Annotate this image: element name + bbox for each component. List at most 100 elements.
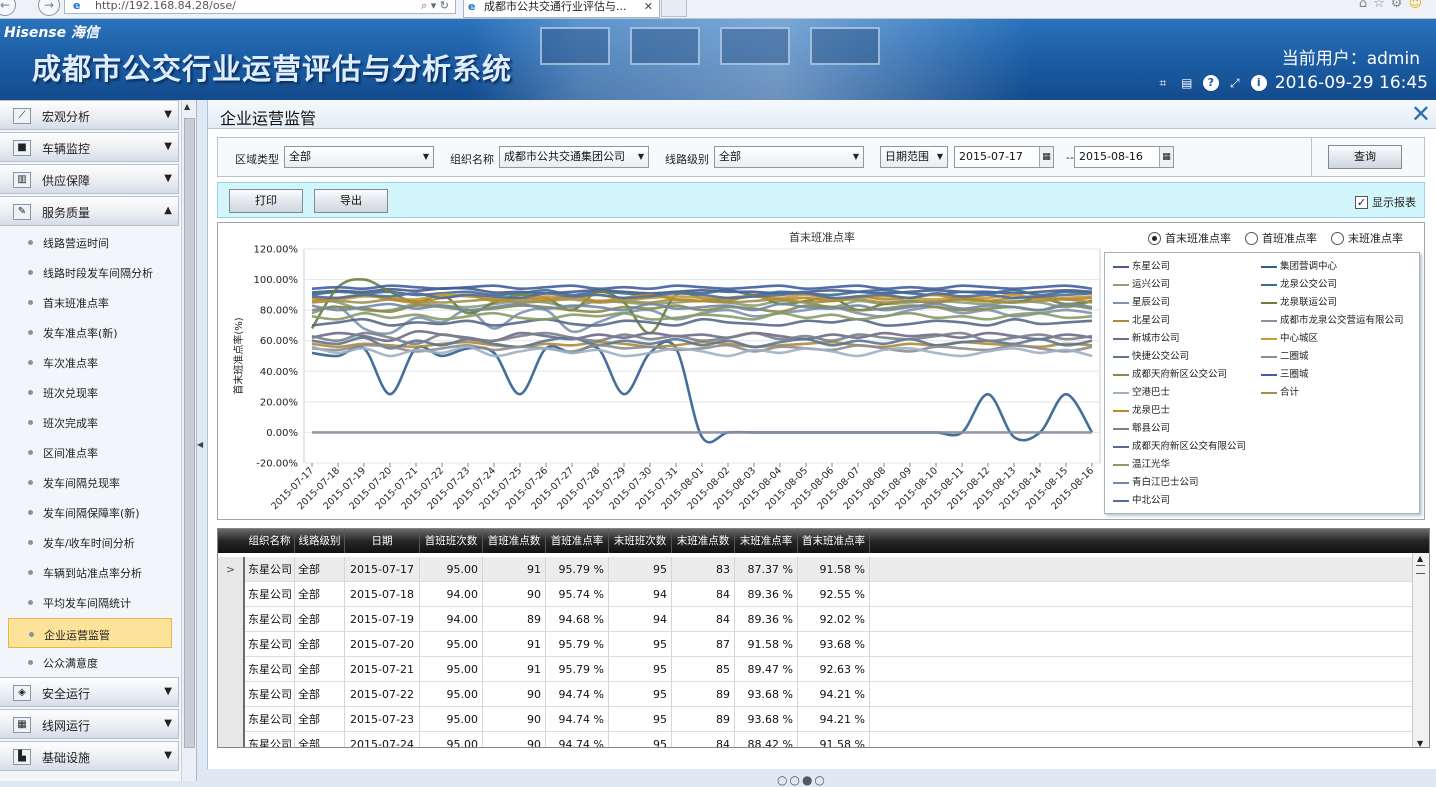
- legend-item[interactable]: 青白江巴士公司: [1113, 474, 1199, 488]
- sidebar-item[interactable]: 发车/收车时间分析: [0, 527, 179, 557]
- home-icon[interactable]: ⌂: [1359, 0, 1373, 11]
- legend-item[interactable]: 成都市龙泉公交营运有限公司: [1261, 312, 1404, 326]
- crop-icon[interactable]: ⌗: [1155, 75, 1171, 91]
- scrollbar-grip[interactable]: [1416, 565, 1425, 574]
- radio-last[interactable]: 末班准点率: [1331, 230, 1403, 246]
- sidebar-item[interactable]: 区间准点率: [0, 437, 179, 467]
- row-header[interactable]: >: [218, 557, 245, 582]
- column-header[interactable]: 组织名称: [245, 529, 295, 553]
- sidebar-scrollbar[interactable]: ▲: [181, 100, 196, 781]
- sidebar-item[interactable]: 首末班准点率: [0, 287, 179, 317]
- address-controls-icon[interactable]: ⌕ ▾ ↻: [421, 0, 449, 12]
- sidebar-item[interactable]: 班次兑现率: [0, 377, 179, 407]
- sidebar-group-supply[interactable]: ▥ 供应保障 ▼: [0, 164, 179, 194]
- sidebar-item[interactable]: 发车准点率(新): [0, 317, 179, 347]
- legend-item[interactable]: 龙泉巴士: [1113, 402, 1170, 416]
- table-row[interactable]: 东星公司 全部 2015-07-21 95.00 91 95.79 % 95 85 89.47 …: [218, 657, 1412, 682]
- close-icon[interactable]: ✕: [1411, 100, 1431, 128]
- legend-item[interactable]: 星辰公司: [1113, 294, 1170, 308]
- row-header[interactable]: [218, 707, 245, 732]
- column-header[interactable]: 末班准点率: [735, 529, 798, 553]
- date-range-select[interactable]: 日期范围 ▼: [880, 146, 948, 168]
- table-row[interactable]: 东星公司 全部 2015-07-18 94.00 90 95.74 % 94 84 89.36 …: [218, 582, 1412, 607]
- table-row[interactable]: 东星公司 全部 2015-07-19 94.00 89 94.68 % 94 84 89.36 …: [218, 607, 1412, 632]
- sidebar-group-macro[interactable]: ⟋ 宏观分析 ▼: [0, 100, 179, 130]
- date-to-field[interactable]: 2015-08-16 ▦: [1074, 146, 1174, 168]
- row-header[interactable]: [218, 607, 245, 632]
- sidebar-item[interactable]: 班次完成率: [0, 407, 179, 437]
- radio-circle[interactable]: [1245, 231, 1258, 245]
- radio-first[interactable]: 首班准点率: [1245, 230, 1317, 246]
- legend-item[interactable]: 二圈城: [1261, 348, 1309, 362]
- table-row[interactable]: > 东星公司 全部 2015-07-17 95.00 91 95.79 % 95 83 87.37…: [218, 557, 1412, 582]
- show-report-toggle[interactable]: ✓ 显示报表: [1355, 194, 1416, 210]
- sidebar-group-infrastructure[interactable]: ▙ 基础设施 ▼: [0, 741, 179, 771]
- legend-item[interactable]: 空港巴士: [1113, 384, 1170, 398]
- sidebar-item[interactable]: 公众满意度: [0, 647, 179, 677]
- sidebar-item[interactable]: 平均发车间隔统计: [0, 587, 179, 617]
- region-select[interactable]: 全部 ▼: [284, 146, 434, 168]
- column-header[interactable]: 首班准点率: [546, 529, 609, 553]
- browser-tab[interactable]: e 成都市公共交通行业评估与... ✕: [463, 0, 660, 18]
- table-row[interactable]: 东星公司 全部 2015-07-24 95.00 90 94.74 % 95 84 88.42 …: [218, 732, 1412, 747]
- sidebar-item[interactable]: 发车间隔保障率(新): [0, 497, 179, 527]
- back-icon[interactable]: ←: [0, 0, 16, 16]
- legend-item[interactable]: 集团营调中心: [1261, 258, 1337, 272]
- sidebar-group-safety[interactable]: ◈ 安全运行 ▼: [0, 677, 179, 707]
- sidebar-group-network[interactable]: ▦ 线网运行 ▼: [0, 709, 179, 739]
- row-header[interactable]: [218, 657, 245, 682]
- help-icon[interactable]: ?: [1202, 75, 1219, 91]
- sidebar-item[interactable]: 车次准点率: [0, 347, 179, 377]
- sidebar-collapse-handle[interactable]: ◀: [197, 100, 207, 781]
- forward-icon[interactable]: →: [38, 0, 60, 16]
- keyboard-icon[interactable]: ▤: [1179, 75, 1195, 91]
- radio-circle[interactable]: [1331, 231, 1344, 245]
- table-scrollbar[interactable]: ▲ ▼: [1412, 553, 1429, 747]
- sidebar-item[interactable]: 车辆到站准点率分析: [0, 557, 179, 587]
- export-button[interactable]: 导出: [314, 189, 388, 213]
- column-header[interactable]: 首班准点数: [483, 529, 546, 553]
- org-select[interactable]: 成都市公共交通集团公司 ▼: [499, 146, 649, 168]
- legend-item[interactable]: 新城市公司: [1113, 330, 1180, 344]
- column-header[interactable]: 末班班次数: [609, 529, 672, 553]
- legend-item[interactable]: 快捷公交公司: [1113, 348, 1189, 362]
- legend-item[interactable]: 中北公司: [1113, 492, 1170, 506]
- row-header[interactable]: [218, 682, 245, 707]
- pager-dots-icon[interactable]: ○○●○: [777, 773, 827, 787]
- table-row[interactable]: 东星公司 全部 2015-07-22 95.00 90 94.74 % 95 89 93.68 …: [218, 682, 1412, 707]
- row-header[interactable]: [218, 582, 245, 607]
- legend-item[interactable]: 合计: [1261, 384, 1299, 398]
- info-icon[interactable]: i: [1250, 75, 1267, 91]
- legend-item[interactable]: 龙泉公交公司: [1261, 276, 1337, 290]
- radio-first-last[interactable]: 首末班准点率: [1148, 230, 1231, 246]
- favorites-icon[interactable]: ☆: [1373, 0, 1391, 11]
- fullscreen-icon[interactable]: ⤢: [1227, 75, 1243, 91]
- sidebar-group-service[interactable]: ✎ 服务质量 ▲: [0, 196, 179, 226]
- legend-item[interactable]: 中心城区: [1261, 330, 1318, 344]
- column-header[interactable]: 线路级别: [295, 529, 345, 553]
- legend-item[interactable]: 龙泉联运公司: [1261, 294, 1337, 308]
- column-header[interactable]: 首班班次数: [420, 529, 483, 553]
- legend-item[interactable]: 北星公司: [1113, 312, 1170, 326]
- print-button[interactable]: 打印: [229, 189, 303, 213]
- scroll-up-icon[interactable]: ▲: [184, 102, 190, 111]
- column-header[interactable]: 日期: [345, 529, 420, 553]
- column-header[interactable]: 末班准点数: [672, 529, 735, 553]
- settings-icon[interactable]: ⚙: [1391, 0, 1409, 11]
- sidebar-item[interactable]: 线路时段发车间隔分析: [0, 257, 179, 287]
- sidebar-group-vehicle[interactable]: ■ 车辆监控 ▼: [0, 132, 179, 162]
- sidebar-item[interactable]: 发车间隔兑现率: [0, 467, 179, 497]
- row-header[interactable]: [218, 632, 245, 657]
- query-button[interactable]: 查询: [1328, 145, 1402, 169]
- scrollbar-thumb[interactable]: [184, 118, 195, 748]
- column-header[interactable]: 首末班准点率: [798, 529, 870, 553]
- address-bar[interactable]: e http://192.168.84.28/ose/ ⌕ ▾ ↻: [64, 0, 456, 14]
- legend-item[interactable]: 温江光华: [1113, 456, 1170, 470]
- smiley-icon[interactable]: ☺: [1408, 0, 1428, 11]
- new-tab-button[interactable]: [661, 0, 687, 17]
- legend-item[interactable]: 成都天府新区公交有限公司: [1113, 438, 1246, 452]
- calendar-icon[interactable]: ▦: [1159, 147, 1173, 167]
- legend-item[interactable]: 三圈城: [1261, 366, 1309, 380]
- radio-circle[interactable]: [1148, 231, 1161, 245]
- level-select[interactable]: 全部 ▼: [714, 146, 864, 168]
